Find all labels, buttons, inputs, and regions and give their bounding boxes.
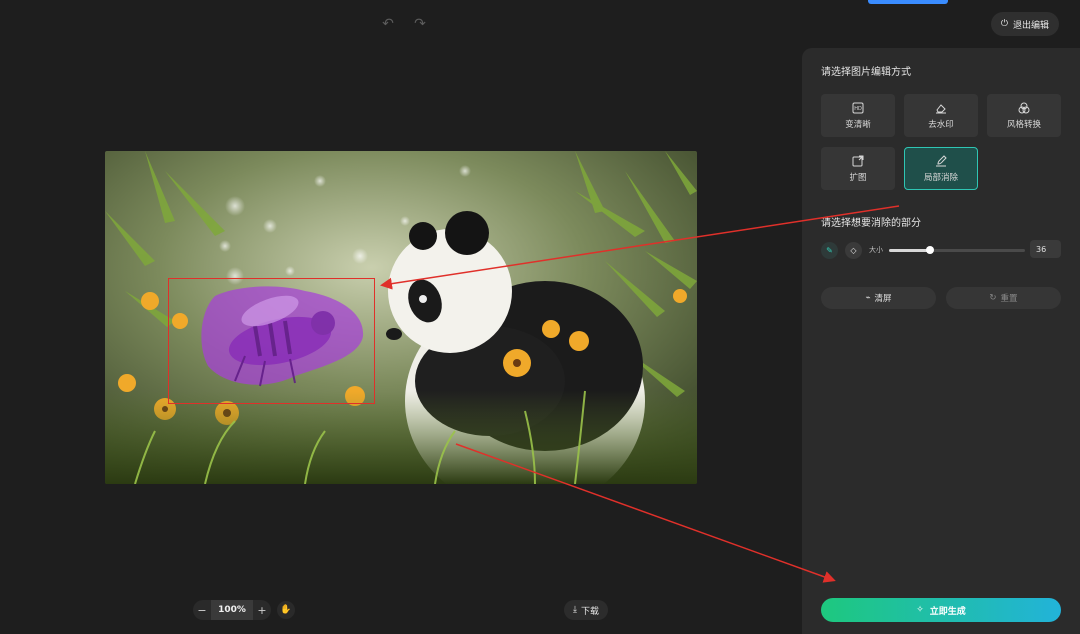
download-button[interactable]: ⤓ 下载	[564, 600, 608, 620]
style-icon	[1018, 102, 1030, 114]
tool-label: 局部消除	[923, 172, 958, 183]
top-indicator	[868, 0, 948, 4]
reset-icon: ↻	[989, 293, 997, 303]
download-label: 下载	[580, 606, 599, 617]
sparkle-icon: ✧	[916, 605, 924, 615]
history-controls: ↶ ↷	[380, 16, 428, 32]
clear-button[interactable]: ⌁ 清屏	[821, 287, 936, 309]
size-slider[interactable]	[889, 245, 1025, 254]
generate-label: 立即生成	[929, 606, 966, 617]
zoom-out-button[interactable]: −	[193, 600, 211, 620]
power-icon: ⏻	[1000, 19, 1008, 29]
tool-enhance[interactable]: HD 变清晰	[821, 94, 895, 137]
hand-tool-button[interactable]: ✋	[277, 601, 295, 619]
brush-erase-icon	[935, 154, 947, 167]
size-slider-fill	[889, 248, 930, 252]
eraser-icon	[935, 102, 947, 114]
hand-icon: ✋	[280, 605, 292, 615]
eraser-icon: ◇	[850, 245, 857, 255]
svg-text:HD: HD	[854, 106, 862, 112]
sub-title: 请选择想要消除的部分	[821, 218, 921, 229]
exit-edit-button[interactable]: ⏻ 退出编辑	[990, 12, 1059, 36]
hd-icon: HD	[852, 102, 864, 114]
generate-button[interactable]: ✧ 立即生成	[821, 598, 1061, 622]
panel-title: 请选择图片编辑方式	[821, 67, 911, 78]
size-slider-knob[interactable]	[925, 245, 934, 254]
broom-icon: ⌁	[865, 293, 871, 303]
tool-expand[interactable]: 扩图	[821, 147, 895, 190]
size-value-input[interactable]: 36	[1030, 240, 1061, 258]
tool-label: 风格转换	[1006, 119, 1041, 130]
reset-label: 重置	[1000, 294, 1018, 304]
tool-partial-erase[interactable]: 局部消除	[904, 147, 978, 190]
zoom-in-button[interactable]: +	[253, 600, 271, 620]
zoom-controls: − 100% + ✋	[193, 600, 295, 620]
redo-icon[interactable]: ↷	[412, 16, 428, 32]
canvas-image	[105, 151, 697, 484]
clear-label: 清屏	[874, 294, 892, 304]
zoom-value: 100%	[211, 600, 253, 620]
tool-label: 变清晰	[845, 119, 871, 130]
expand-icon	[852, 155, 864, 167]
action-row: ⌁ 清屏 ↻ 重置	[821, 287, 1061, 309]
download-icon: ⤓	[573, 605, 577, 615]
brush-row: ✎ ◇ 大小 36	[821, 240, 1061, 259]
tool-label: 扩图	[849, 172, 867, 183]
undo-icon[interactable]: ↶	[380, 16, 396, 32]
tool-remove-watermark[interactable]: 去水印	[904, 94, 978, 137]
image-canvas[interactable]	[105, 151, 697, 484]
edit-panel: 请选择图片编辑方式 HD 变清晰 去水印 风格转换 扩图 局部消除 请选择想要消…	[802, 48, 1080, 634]
eraser-tool-button[interactable]: ◇	[845, 241, 862, 259]
tool-style-transfer[interactable]: 风格转换	[987, 94, 1061, 137]
brush-tool-button[interactable]: ✎	[821, 241, 838, 259]
zoom-group: − 100% +	[193, 600, 271, 620]
size-label: 大小	[869, 246, 883, 254]
exit-edit-label: 退出编辑	[1012, 20, 1049, 31]
reset-button[interactable]: ↻ 重置	[946, 287, 1061, 309]
brush-icon: ✎	[826, 245, 833, 255]
tool-label: 去水印	[928, 119, 954, 130]
